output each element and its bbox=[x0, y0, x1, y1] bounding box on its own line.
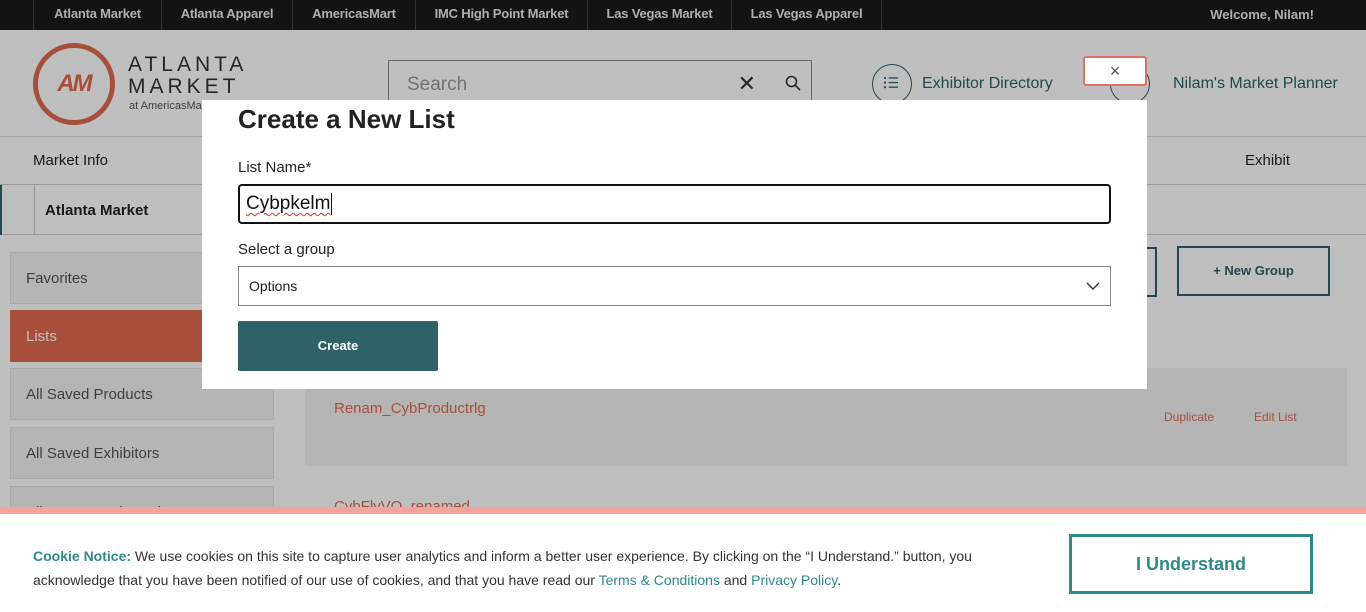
close-modal-button[interactable]: × bbox=[1083, 56, 1147, 86]
cookie-banner: Cookie Notice: We use cookies on this si… bbox=[0, 507, 1366, 612]
create-button[interactable]: Create bbox=[238, 321, 438, 371]
cookie-period: . bbox=[837, 572, 842, 588]
cookie-and: and bbox=[719, 572, 752, 588]
list-name-input[interactable]: Cybpkelm bbox=[238, 184, 1111, 224]
group-label: Select a group bbox=[238, 241, 335, 258]
terms-link[interactable]: Terms & Conditions bbox=[599, 572, 720, 588]
cookie-notice-label: Cookie Notice: bbox=[33, 548, 132, 564]
group-select[interactable]: Options bbox=[238, 266, 1111, 306]
privacy-link[interactable]: Privacy Policy bbox=[751, 572, 837, 588]
modal-title: Create a New List bbox=[238, 104, 455, 134]
cookie-message: Cookie Notice: We use cookies on this si… bbox=[33, 544, 1033, 592]
create-list-modal: Create a New List List Name* Cybpkelm Se… bbox=[202, 100, 1147, 389]
group-select-value: Options bbox=[249, 278, 298, 294]
list-name-label: List Name* bbox=[238, 159, 312, 176]
close-icon: × bbox=[1109, 61, 1121, 81]
chevron-down-icon bbox=[1086, 282, 1100, 290]
text-caret bbox=[331, 192, 333, 215]
i-understand-button[interactable]: I Understand bbox=[1069, 534, 1313, 594]
list-name-value: Cybpkelm bbox=[246, 193, 331, 214]
